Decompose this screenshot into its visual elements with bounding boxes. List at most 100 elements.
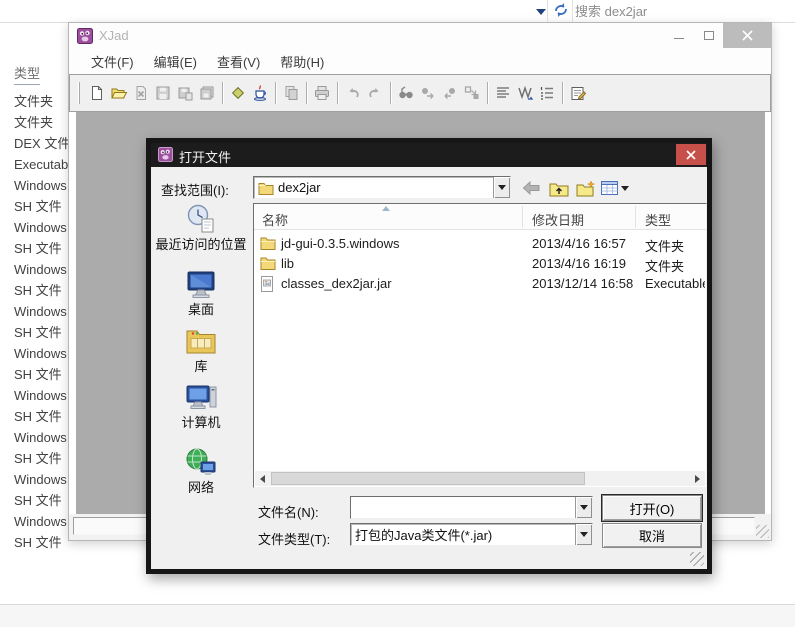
java-icon[interactable] bbox=[249, 82, 271, 104]
xjad-close-button[interactable] bbox=[723, 23, 772, 48]
file-row[interactable]: classes_dex2jar.jar 2013/12/14 16:58 Exe… bbox=[254, 274, 706, 294]
file-name: classes_dex2jar.jar bbox=[281, 276, 392, 291]
undo-icon[interactable] bbox=[342, 82, 364, 104]
cancel-button[interactable]: 取消 bbox=[602, 523, 702, 548]
filename-dropdown-button[interactable] bbox=[575, 497, 592, 518]
filename-input[interactable] bbox=[351, 497, 575, 518]
menu-edit[interactable]: 编辑(E) bbox=[144, 49, 207, 74]
toolbar-separator bbox=[275, 82, 276, 104]
refresh-button[interactable] bbox=[549, 0, 573, 22]
place-libraries[interactable]: 库 bbox=[151, 325, 251, 374]
menu-view[interactable]: 查看(V) bbox=[207, 49, 270, 74]
dialog-body: 查找范围(I): dex2jar 最近访问的位置 桌面 库 计算机 网络 名称 … bbox=[151, 167, 707, 569]
file-row[interactable]: lib 2013/4/16 16:19 文件夹 bbox=[254, 254, 706, 274]
open-file-dialog: 打开文件 查找范围(I): dex2jar 最近访问的位置 桌面 库 计算机 网… bbox=[146, 138, 712, 574]
address-dropdown-icon[interactable] bbox=[536, 9, 546, 15]
toolbar-separator bbox=[222, 82, 223, 104]
xjad-toolbar bbox=[69, 74, 771, 112]
decompile-icon[interactable] bbox=[227, 82, 249, 104]
up-one-level-icon bbox=[549, 183, 569, 196]
filename-combobox[interactable] bbox=[350, 496, 593, 519]
place-label: 最近访问的位置 bbox=[155, 237, 247, 252]
sort-ascending-icon bbox=[382, 206, 390, 211]
align-icon[interactable] bbox=[492, 82, 514, 104]
type-cell: SH 文件 bbox=[14, 535, 62, 550]
open-button[interactable]: 打开(O) bbox=[602, 495, 702, 521]
file-name: lib bbox=[281, 256, 295, 271]
close-file-icon[interactable] bbox=[130, 82, 152, 104]
desktop-icon bbox=[187, 271, 215, 298]
chevron-down-icon bbox=[580, 505, 588, 510]
new-folder-button[interactable] bbox=[574, 177, 598, 199]
filetype-label: 文件类型(T): bbox=[258, 532, 331, 547]
chevron-down-icon bbox=[621, 185, 629, 191]
explorer-address-bar bbox=[0, 0, 795, 23]
print-icon[interactable] bbox=[311, 82, 333, 104]
dialog-title: 打开文件 bbox=[179, 150, 232, 165]
place-label: 桌面 bbox=[187, 302, 214, 317]
redo-icon[interactable] bbox=[364, 82, 386, 104]
scrollbar-thumb[interactable] bbox=[271, 472, 585, 485]
menu-file[interactable]: 文件(F) bbox=[81, 49, 144, 74]
save-icon[interactable] bbox=[152, 82, 174, 104]
type-cell: SH 文件 bbox=[14, 493, 62, 508]
horizontal-scrollbar[interactable] bbox=[255, 471, 705, 486]
file-type: 文件夹 bbox=[645, 239, 685, 254]
toolbar-separator bbox=[337, 82, 338, 104]
type-column-header[interactable]: 类型 bbox=[14, 63, 41, 85]
dialog-close-button[interactable] bbox=[676, 144, 706, 165]
copy-icon[interactable] bbox=[280, 82, 302, 104]
file-date: 2013/12/14 16:58 bbox=[532, 276, 634, 291]
scroll-left-arrow[interactable] bbox=[255, 471, 270, 486]
lookin-value: dex2jar bbox=[278, 180, 321, 195]
place-desktop[interactable]: 桌面 bbox=[151, 268, 251, 317]
maximize-button[interactable] bbox=[695, 23, 723, 47]
type-cell: Executable bbox=[14, 157, 68, 172]
refresh-icon bbox=[555, 2, 567, 17]
type-cell: 文件夹 bbox=[14, 115, 54, 130]
type-cell: SH 文件 bbox=[14, 451, 62, 466]
find-icon[interactable] bbox=[395, 82, 417, 104]
word-wrap-icon[interactable] bbox=[514, 82, 536, 104]
scroll-right-arrow[interactable] bbox=[690, 471, 705, 486]
resize-grip[interactable] bbox=[756, 525, 769, 538]
lookin-combobox[interactable]: dex2jar bbox=[253, 176, 511, 199]
column-separator[interactable] bbox=[522, 206, 523, 228]
column-header-name[interactable]: 名称 bbox=[262, 210, 288, 229]
file-row[interactable]: jd-gui-0.3.5.windows 2013/4/16 16:57 文件夹 bbox=[254, 234, 706, 254]
chevron-down-icon bbox=[498, 185, 506, 190]
view-menu-button[interactable] bbox=[600, 177, 630, 199]
column-separator[interactable] bbox=[635, 206, 636, 228]
filetype-dropdown-button[interactable] bbox=[575, 524, 592, 545]
lookin-dropdown-button[interactable] bbox=[493, 177, 510, 198]
up-one-level-button[interactable] bbox=[547, 177, 571, 199]
dialog-resize-grip[interactable] bbox=[690, 552, 704, 566]
replace-icon[interactable] bbox=[461, 82, 483, 104]
type-cell: Windows bbox=[14, 262, 67, 277]
column-header-date[interactable]: 修改日期 bbox=[532, 210, 584, 229]
explorer-statusbar bbox=[0, 604, 795, 627]
place-recent[interactable]: 最近访问的位置 bbox=[151, 203, 251, 252]
open-file-icon[interactable] bbox=[108, 82, 130, 104]
find-next-icon[interactable] bbox=[417, 82, 439, 104]
line-numbers-icon[interactable] bbox=[536, 82, 558, 104]
minimize-button[interactable] bbox=[665, 23, 693, 47]
dialog-titlebar[interactable]: 打开文件 bbox=[151, 143, 707, 167]
properties-icon[interactable] bbox=[567, 82, 589, 104]
column-header-type[interactable]: 类型 bbox=[645, 210, 671, 229]
toolbar-grip[interactable] bbox=[78, 82, 80, 104]
place-network[interactable]: 网络 bbox=[151, 446, 251, 495]
save-as-icon[interactable] bbox=[174, 82, 196, 104]
type-cell: Windows bbox=[14, 430, 67, 445]
toolbar-separator bbox=[562, 82, 563, 104]
new-file-icon[interactable] bbox=[86, 82, 108, 104]
filetype-combobox[interactable]: 打包的Java类文件(*.jar) bbox=[350, 523, 593, 546]
place-computer[interactable]: 计算机 bbox=[151, 381, 251, 430]
find-prev-icon[interactable] bbox=[439, 82, 461, 104]
xjad-titlebar[interactable]: XJad bbox=[69, 23, 772, 49]
explorer-search-input[interactable] bbox=[575, 0, 795, 22]
toolbar-separator bbox=[306, 82, 307, 104]
save-all-icon[interactable] bbox=[196, 82, 218, 104]
back-button[interactable] bbox=[519, 177, 543, 199]
menu-help[interactable]: 帮助(H) bbox=[270, 49, 334, 74]
